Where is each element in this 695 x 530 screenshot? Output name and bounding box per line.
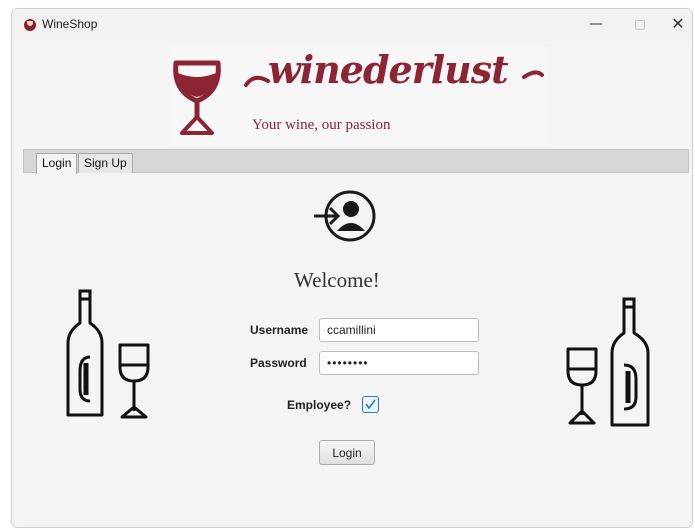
logo-tagline: Your wine, our passion (252, 117, 391, 133)
user-login-icon (314, 190, 376, 242)
brand-logo: winederlust Your wine, our passion (170, 47, 548, 145)
checkmark-icon (365, 399, 376, 410)
window-title: WineShop (42, 17, 98, 31)
employee-checkbox[interactable] (362, 396, 379, 413)
password-label: Password (250, 356, 307, 370)
wine-glass-bottle-icon (566, 297, 650, 427)
wine-glass-icon (24, 19, 36, 31)
tab-signup[interactable]: Sign Up (78, 153, 133, 173)
username-input[interactable] (319, 318, 479, 342)
tab-bar: Login Sign Up (23, 149, 689, 174)
wine-glass-logo-icon (173, 60, 221, 135)
welcome-heading: Welcome! (294, 268, 380, 292)
maximize-button[interactable]: □ (618, 9, 662, 41)
login-button[interactable]: Login (319, 440, 375, 465)
tab-login[interactable]: Login (36, 153, 78, 174)
employee-label: Employee? (287, 398, 352, 412)
username-label: Username (250, 323, 309, 337)
minimize-button[interactable]: — (574, 9, 618, 41)
logo-wordmark: winederlust (268, 47, 509, 92)
title-bar[interactable]: WineShop — □ ✕ (12, 9, 692, 41)
wine-bottle-glass-icon (66, 289, 150, 419)
close-button[interactable]: ✕ (662, 9, 692, 41)
app-window: WineShop — □ ✕ winederlust Your wine, ou… (11, 8, 693, 528)
password-input[interactable] (319, 351, 479, 375)
